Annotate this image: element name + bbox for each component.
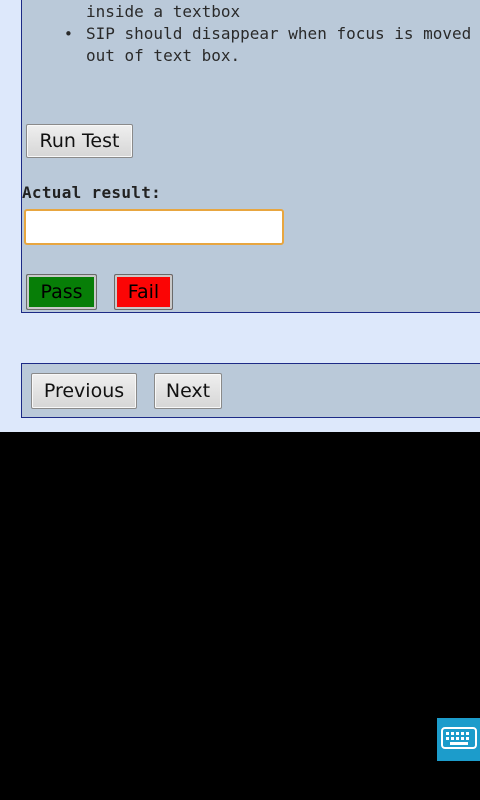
pass-button[interactable]: Pass: [26, 274, 97, 310]
web-content: SIP should appear when focus is put insi…: [0, 0, 480, 432]
run-test-button[interactable]: Run Test: [26, 124, 133, 158]
actual-result-input[interactable]: [24, 209, 284, 245]
list-item: SIP should disappear when focus is moved…: [64, 23, 480, 67]
keyboard-icon: [440, 726, 477, 754]
list-item: SIP should appear when focus is put insi…: [64, 0, 480, 23]
fail-button[interactable]: Fail: [114, 274, 173, 310]
previous-button[interactable]: Previous: [31, 373, 137, 409]
next-button[interactable]: Next: [154, 373, 222, 409]
expected-results-list: SIP should appear when focus is put insi…: [64, 0, 480, 67]
keyboard-toggle-button[interactable]: [437, 718, 480, 761]
actual-result-label: Actual result:: [22, 183, 162, 202]
